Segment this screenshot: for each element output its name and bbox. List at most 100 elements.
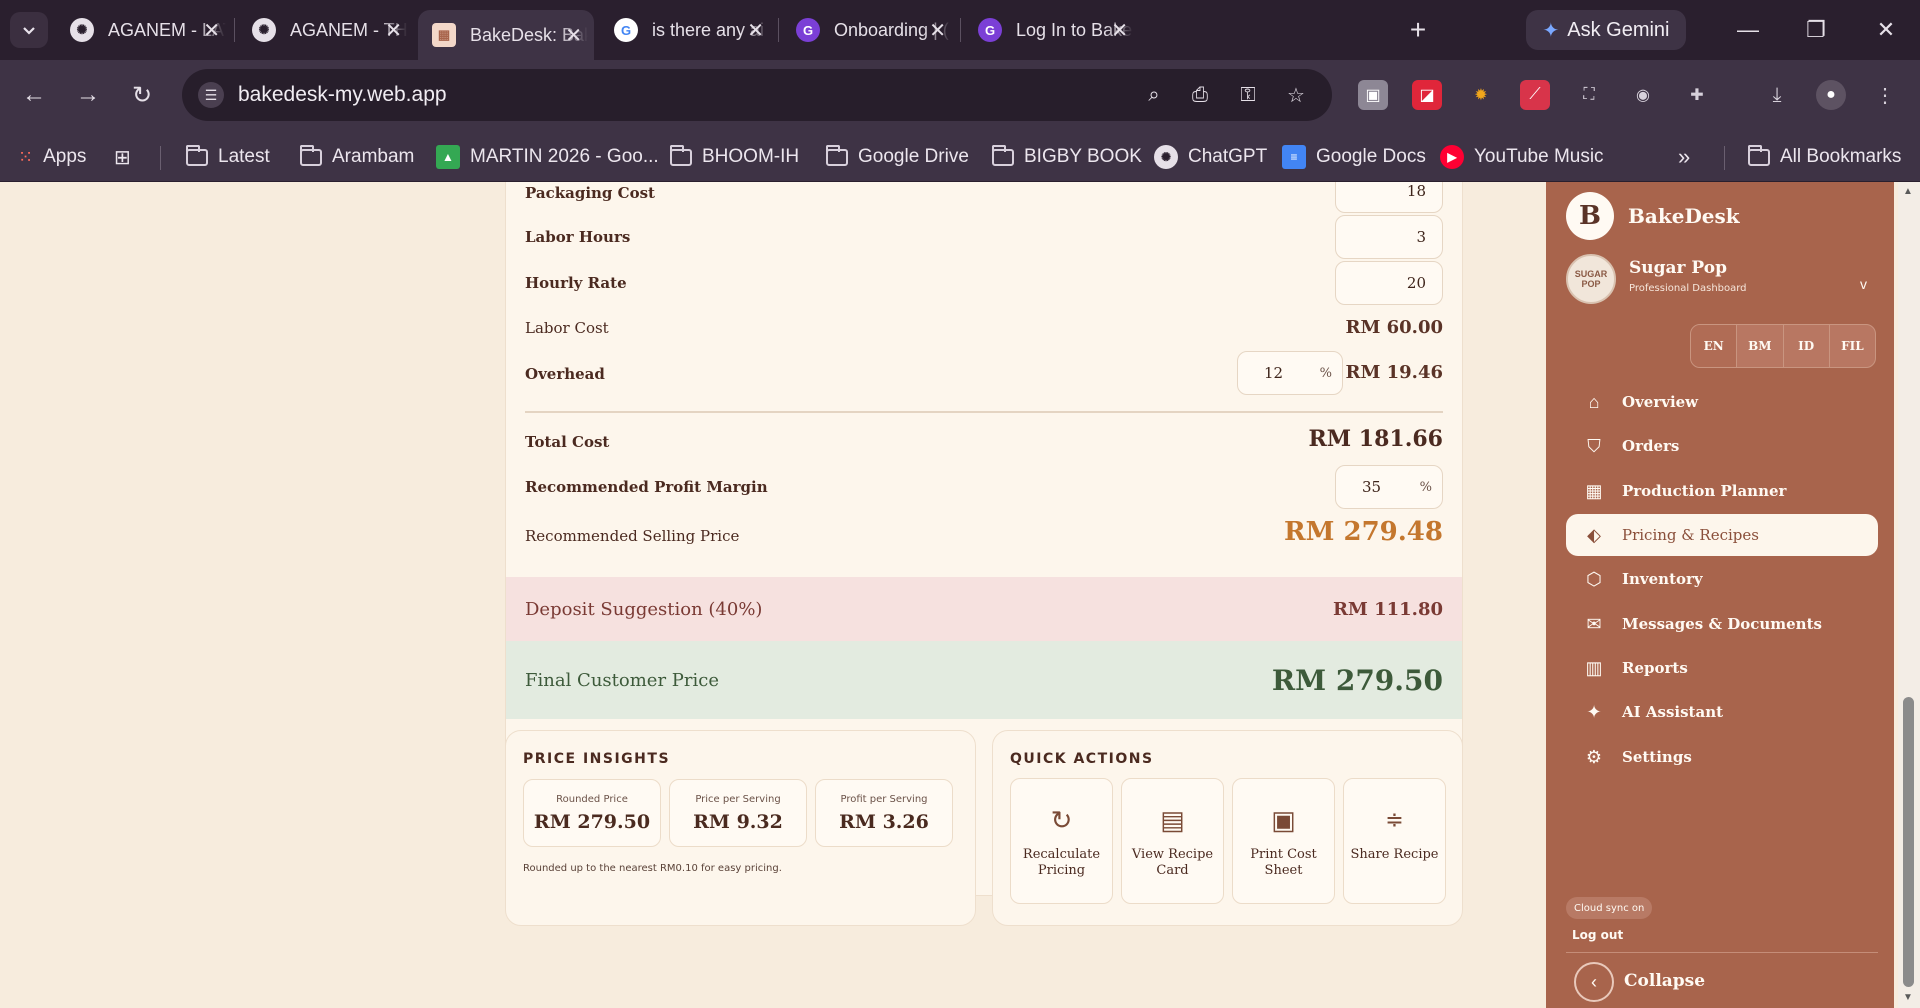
chevron-down-icon <box>23 27 35 35</box>
packaging-cost-input[interactable]: 18 <box>1335 182 1443 213</box>
bookmark-bigby[interactable]: BIGBY BOOK <box>992 142 1142 172</box>
browser-tab-5[interactable]: G Onboarding | ( ✕ <box>782 10 958 50</box>
ask-gemini-button[interactable]: ✦ Ask Gemini <box>1526 10 1686 50</box>
price-per-serving-caption: Price per Serving <box>695 794 781 805</box>
nav-item-orders[interactable]: ⛉ Orders <box>1566 425 1878 467</box>
hourly-rate-input[interactable]: 20 <box>1335 261 1443 305</box>
google-icon: G <box>614 18 638 42</box>
bookmark-all-bookmarks[interactable]: All Bookmarks <box>1748 142 1901 172</box>
lang-fil-button[interactable]: FIL <box>1828 325 1875 367</box>
browser-tab-3-active[interactable]: ▦ BakeDesk: Bak ✕ <box>418 10 594 60</box>
close-icon[interactable]: ✕ <box>929 18 946 43</box>
reload-button[interactable]: ↻ <box>122 75 162 115</box>
bookmark-chatgpt[interactable]: ✺ ChatGPT <box>1154 142 1267 172</box>
total-cost-row: Total Cost <box>525 428 1443 456</box>
bookmark-bhoom[interactable]: BHOOM-IH <box>670 142 799 172</box>
bookmark-google-docs[interactable]: ≡ Google Docs <box>1282 142 1426 172</box>
bookmark-youtube-music[interactable]: ▶ YouTube Music <box>1440 142 1604 172</box>
business-avatar[interactable]: SUGAR POP <box>1566 254 1616 304</box>
scroll-up-arrow-icon[interactable]: ▲ <box>1903 186 1913 197</box>
kebab-menu-icon[interactable]: ⋮ <box>1870 80 1900 110</box>
screenshot-icon[interactable]: ⛶ <box>1574 80 1604 110</box>
install-app-icon[interactable]: ⎙ <box>1186 81 1214 109</box>
extension-3-icon[interactable]: ✹ <box>1466 80 1496 110</box>
bookmark-apps[interactable]: ⁙ Apps <box>18 142 86 172</box>
restore-button[interactable]: ❐ <box>1796 12 1836 48</box>
extension-1-icon[interactable]: ▣ <box>1358 80 1388 110</box>
close-icon[interactable]: ✕ <box>747 18 764 43</box>
extension-2-icon[interactable]: ◪ <box>1412 80 1442 110</box>
close-window-button[interactable]: ✕ <box>1866 12 1906 48</box>
print-cost-sheet-button[interactable]: ▣ Print Cost Sheet <box>1232 778 1335 904</box>
password-key-icon[interactable]: ⚿ <box>1234 81 1262 109</box>
chevron-down-icon[interactable]: v <box>1860 276 1867 292</box>
profit-margin-input[interactable]: 35 % <box>1335 465 1443 509</box>
bookmarks-overflow-button[interactable]: » <box>1678 142 1690 172</box>
bookmark-arambam[interactable]: Arambam <box>300 142 414 172</box>
tab-search-button[interactable] <box>10 12 48 48</box>
labor-hours-row: Labor Hours <box>525 225 1443 249</box>
forward-button[interactable]: → <box>68 75 108 115</box>
profit-margin-label: Recommended Profit Margin <box>525 478 768 496</box>
back-button[interactable]: ← <box>14 75 54 115</box>
lang-en-button[interactable]: EN <box>1691 325 1737 367</box>
sparkle-icon: ✦ <box>1586 701 1602 722</box>
url-text[interactable]: bakedesk-my.web.app <box>238 83 447 107</box>
bookmark-star-icon[interactable]: ☆ <box>1282 81 1310 109</box>
labor-hours-input[interactable]: 3 <box>1335 215 1443 259</box>
close-icon[interactable]: ✕ <box>385 18 402 43</box>
profile-avatar[interactable]: ● <box>1816 80 1846 110</box>
zoom-icon[interactable]: ⌕ <box>1140 81 1168 109</box>
business-name[interactable]: Sugar Pop <box>1629 258 1727 278</box>
recalculate-label: Recalculate Pricing <box>1022 847 1101 878</box>
extensions-puzzle-icon[interactable]: ✚ <box>1682 80 1712 110</box>
labor-cost-row: Labor Cost <box>525 316 1443 340</box>
browser-tab-6[interactable]: G Log In to Bake ✕ <box>964 10 1140 50</box>
bookmark-google-drive[interactable]: Google Drive <box>826 142 969 172</box>
new-tab-button[interactable]: + <box>1400 12 1436 48</box>
page-scrollbar[interactable]: ▲ ▼ <box>1898 182 1920 1008</box>
address-bar[interactable]: ☰ bakedesk-my.web.app ⌕ ⎙ ⚿ ☆ <box>182 69 1332 121</box>
home-icon: ⌂ <box>1588 391 1600 412</box>
bookmark-tab-groups[interactable]: ⊞ <box>114 142 131 172</box>
share-recipe-button[interactable]: ≑ Share Recipe <box>1343 778 1446 904</box>
nav-label: Reports <box>1622 659 1688 677</box>
lang-bm-button[interactable]: BM <box>1736 325 1782 367</box>
close-icon[interactable]: ✕ <box>565 23 582 48</box>
g-purple-icon: G <box>978 18 1002 42</box>
nav-item-ai-assistant[interactable]: ✦ AI Assistant <box>1566 691 1878 733</box>
nav-item-settings[interactable]: ⚙ Settings <box>1566 736 1878 778</box>
recalculate-pricing-button[interactable]: ↻ Recalculate Pricing <box>1010 778 1113 904</box>
nav-item-reports[interactable]: ▥ Reports <box>1566 647 1878 689</box>
close-icon[interactable]: ✕ <box>1111 18 1128 43</box>
close-icon[interactable]: ✕ <box>203 18 220 43</box>
download-icon[interactable]: ⤓ <box>1762 80 1792 110</box>
profit-margin-percent-value: 35 <box>1362 478 1382 496</box>
minimize-button[interactable]: — <box>1728 12 1768 48</box>
extension-6-icon[interactable]: ◉ <box>1628 80 1658 110</box>
overhead-percent-input[interactable]: 12 % <box>1237 351 1343 395</box>
extension-4-icon[interactable]: ⟋ <box>1520 80 1550 110</box>
bookmark-latest[interactable]: Latest <box>186 142 270 172</box>
scroll-thumb[interactable] <box>1903 697 1914 987</box>
browser-tab-4[interactable]: G is there any ai ✕ <box>600 10 776 50</box>
bookmark-martin[interactable]: ▲ MARTIN 2026 - Goo... <box>436 142 659 172</box>
nav-item-production-planner[interactable]: ▦ Production Planner <box>1566 470 1878 512</box>
lang-id-button[interactable]: ID <box>1782 325 1829 367</box>
arrow-right-icon: → <box>76 81 100 108</box>
nav-item-inventory[interactable]: ⬡ Inventory <box>1566 558 1878 600</box>
bookmark-label: Google Drive <box>858 146 969 167</box>
collapse-label[interactable]: Collapse <box>1624 971 1705 991</box>
nav-item-messages-documents[interactable]: ✉ Messages & Documents <box>1566 603 1878 645</box>
view-recipe-card-button[interactable]: ▤ View Recipe Card <box>1121 778 1224 904</box>
nav-item-pricing-recipes[interactable]: ⬖ Pricing & Recipes <box>1566 514 1878 556</box>
collapse-button[interactable]: ‹ <box>1574 962 1614 1002</box>
nav-item-overview[interactable]: ⌂ Overview <box>1566 381 1878 423</box>
site-info-icon[interactable]: ☰ <box>198 82 224 108</box>
scroll-down-arrow-icon[interactable]: ▼ <box>1903 992 1913 1003</box>
view-card-label: View Recipe Card <box>1131 847 1214 878</box>
browser-tab-1[interactable]: ✺ AGANEM - LAT ✕ <box>56 10 232 50</box>
calendar-icon: ▦ <box>1585 480 1603 501</box>
logout-link[interactable]: Log out <box>1572 928 1623 942</box>
browser-tab-2[interactable]: ✺ AGANEM - THI ✕ <box>238 10 414 50</box>
